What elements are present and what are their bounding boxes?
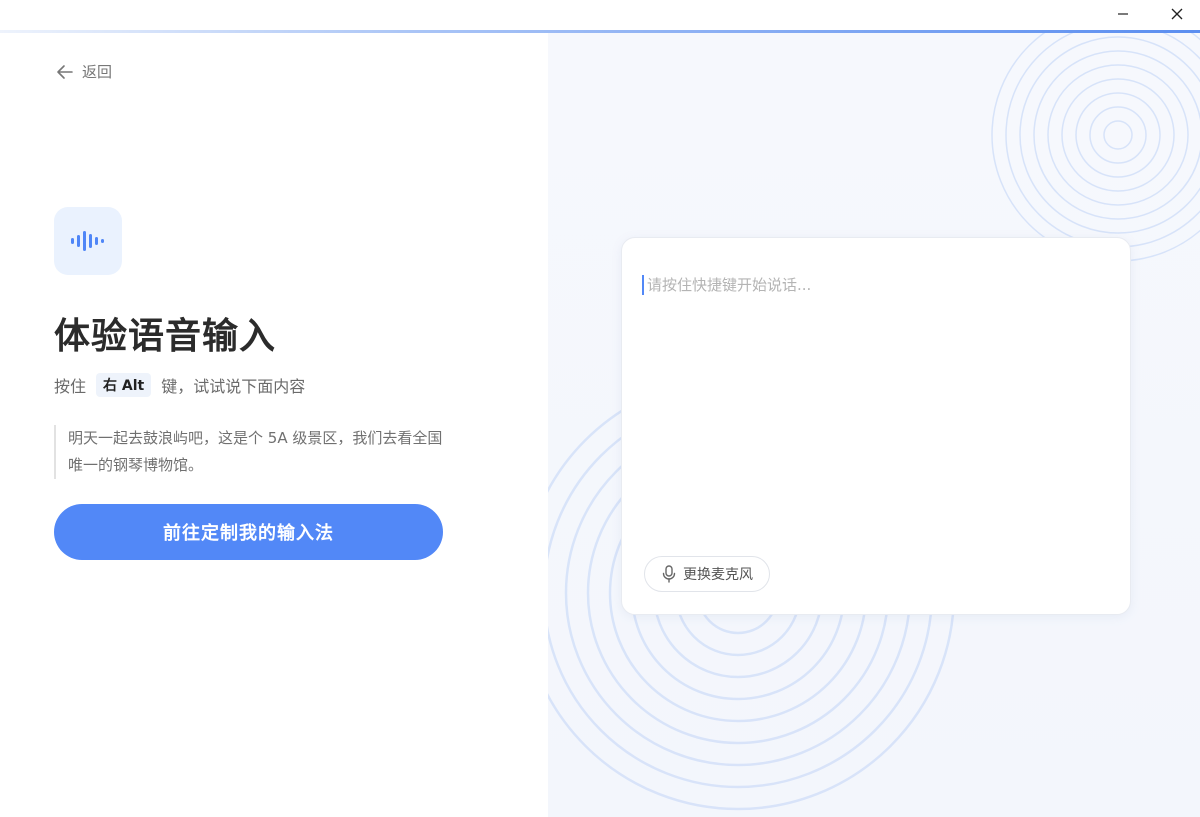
change-microphone-button[interactable]: 更换麦克风 [644,556,770,592]
arrow-left-icon [57,64,73,79]
speech-placeholder: 请按住快捷键开始说话... [647,276,812,294]
microphone-icon [662,565,676,583]
right-panel: 请按住快捷键开始说话... 更换麦克风 [548,33,1200,817]
title-bar [0,0,1200,30]
text-caret [642,275,644,295]
change-microphone-label: 更换麦克风 [683,567,753,583]
hint-prefix: 按住 [54,377,87,396]
close-icon [1171,8,1183,20]
voice-test-card: 请按住快捷键开始说话... 更换麦克风 [621,237,1131,615]
sample-sentence: 明天一起去鼓浪屿吧，这是个 5A 级景区，我们去看全国唯一的钢琴博物馆。 [54,425,444,479]
customize-ime-button[interactable]: 前往定制我的输入法 [54,504,443,560]
minimize-icon [1118,13,1128,15]
shortcut-key-badge: 右 Alt [96,373,152,397]
sound-wave-icon [71,231,104,251]
back-button[interactable]: 返回 [56,61,112,82]
minimize-button[interactable] [1100,0,1146,28]
shortcut-hint: 按住 右 Alt 键，试试说下面内容 [54,373,305,397]
close-button[interactable] [1154,0,1200,28]
page-title: 体验语音输入 [54,316,277,357]
left-panel: 返回 体验语音输入 按住 右 Alt 键，试试说下面内容 明天一起去鼓浪屿吧，这… [0,33,548,817]
speech-text-area[interactable]: 请按住快捷键开始说话... [642,274,1110,534]
back-label: 返回 [82,63,113,81]
voice-app-icon [54,207,122,275]
hint-suffix: 键，试试说下面内容 [161,377,306,396]
